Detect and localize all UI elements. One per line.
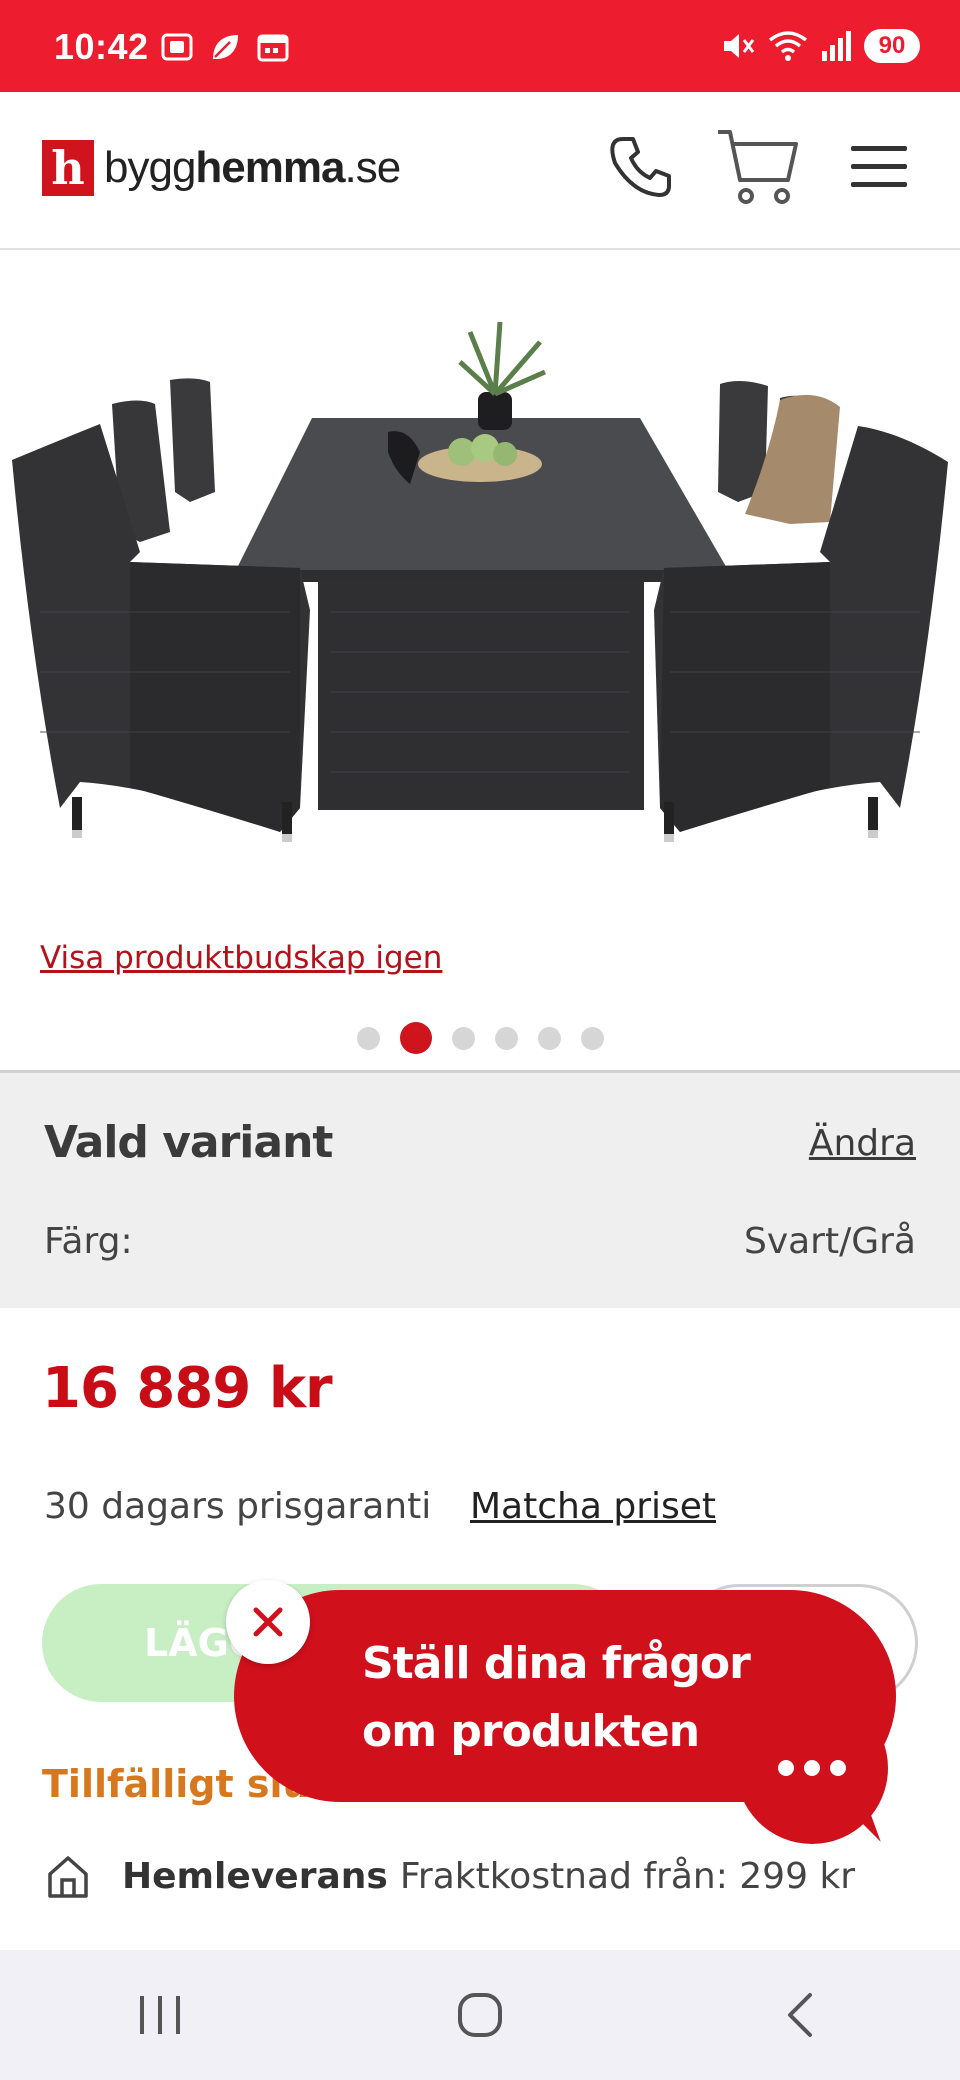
delivery-text: Fraktkostnad från: 299 kr xyxy=(399,1855,856,1897)
home-circle-icon xyxy=(458,1993,502,2037)
menu-button[interactable] xyxy=(834,122,924,212)
chat-text-line2: om produkten xyxy=(362,1706,700,1757)
product-image[interactable] xyxy=(0,252,960,882)
system-navigation-bar xyxy=(0,1950,960,2080)
leaf-icon xyxy=(213,35,238,59)
change-variant-link[interactable]: Ändra xyxy=(809,1123,916,1164)
variant-title: Vald variant xyxy=(44,1117,333,1168)
match-price-link[interactable]: Matcha priset xyxy=(470,1486,716,1527)
cart-button[interactable] xyxy=(714,122,804,212)
chat-text-line1: Ställ dina frågor xyxy=(362,1638,751,1689)
color-label: Färg: xyxy=(44,1221,133,1262)
logo-text: bygghemma.se xyxy=(104,143,402,193)
chat-dot xyxy=(830,1760,846,1776)
chat-dot xyxy=(778,1760,794,1776)
price-guarantee: 30 dagars prisgaranti xyxy=(44,1486,432,1527)
signal-icon xyxy=(822,31,851,61)
home-button[interactable] xyxy=(420,1975,540,2055)
status-time: 10:42 xyxy=(54,26,149,67)
home-icon xyxy=(48,1856,88,1898)
chat-dot xyxy=(804,1760,820,1776)
close-chat-prompt-button[interactable] xyxy=(226,1580,310,1664)
logo-suffix: .se xyxy=(344,143,402,192)
cart-icon xyxy=(718,130,798,204)
carousel-dot[interactable] xyxy=(537,1026,561,1050)
carousel-dot[interactable] xyxy=(494,1026,518,1050)
status-icons-right: 90 xyxy=(720,28,920,64)
logo-bold: hemma xyxy=(195,143,345,192)
back-button[interactable] xyxy=(740,1975,860,2055)
mute-icon xyxy=(724,34,755,58)
carousel-dot[interactable] xyxy=(580,1026,604,1050)
carousel-dot[interactable] xyxy=(356,1026,380,1050)
product-photo xyxy=(12,321,948,842)
site-header: h bygghemma.se xyxy=(0,92,960,250)
status-icons-left xyxy=(160,30,290,64)
carousel-dot[interactable] xyxy=(451,1026,475,1050)
carousel-dots xyxy=(0,1022,960,1054)
back-icon xyxy=(788,1993,812,2037)
battery-indicator: 90 xyxy=(864,29,920,63)
delivery-label: Hemleverans xyxy=(122,1855,388,1897)
close-icon xyxy=(253,1607,283,1637)
color-value: Svart/Grå xyxy=(743,1221,916,1262)
site-logo[interactable]: h bygghemma.se xyxy=(42,140,402,196)
phone-button[interactable] xyxy=(596,122,686,212)
show-product-message-link[interactable]: Visa produktbudskap igen xyxy=(40,940,442,976)
menu-icon xyxy=(851,146,907,187)
wifi-icon xyxy=(768,31,808,61)
logo-prefix: bygg xyxy=(104,143,196,192)
chat-prompt-text: Ställ dina frågor om produkten xyxy=(362,1630,782,1766)
logo-mark: h xyxy=(42,140,94,196)
recent-apps-button[interactable] xyxy=(100,1975,220,2055)
product-price: 16 889 kr xyxy=(42,1356,333,1421)
status-bar: 10:42 90 xyxy=(0,0,960,92)
carousel-dot-active[interactable] xyxy=(399,1022,432,1054)
open-chat-button[interactable] xyxy=(736,1692,888,1844)
recent-apps-icon xyxy=(140,1996,180,2034)
selected-variant-panel: Vald variant Ändra Färg: Svart/Grå xyxy=(0,1070,960,1308)
delivery-info: Hemleverans Fraktkostnad från: 299 kr xyxy=(44,1852,855,1900)
calendar-icon xyxy=(257,34,289,62)
screenshot-icon xyxy=(161,33,193,61)
phone-icon xyxy=(610,137,671,197)
